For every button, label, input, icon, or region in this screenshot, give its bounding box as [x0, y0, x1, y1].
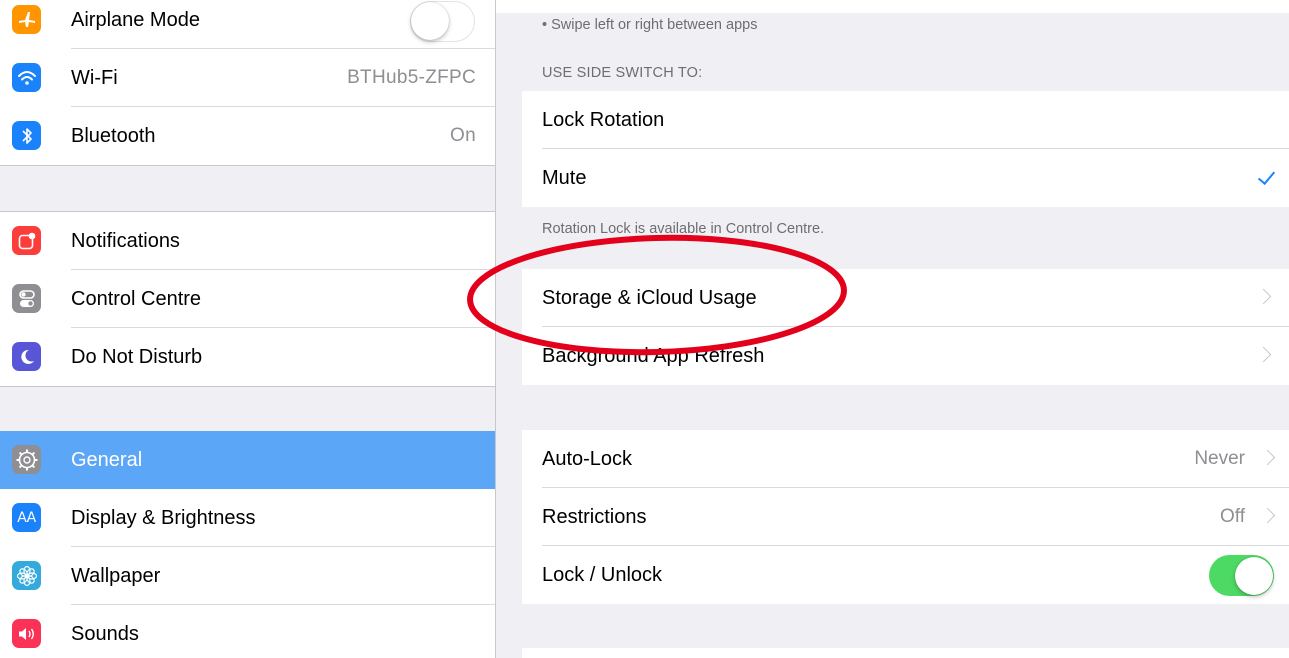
speaker-icon [12, 619, 41, 648]
divider [0, 386, 495, 387]
bluetooth-status-value: On [450, 125, 476, 146]
control-centre-icon [12, 284, 41, 313]
sidebar-item-label: Wallpaper [71, 565, 161, 587]
sidebar-item-general[interactable]: General [0, 431, 495, 489]
auto-lock-value: Never [1194, 448, 1245, 469]
wallpaper-icon [12, 561, 41, 590]
wifi-network-value: BTHub5-ZFPC [347, 67, 476, 88]
sidebar-item-label: Bluetooth [71, 125, 156, 147]
settings-sidebar: Airplane Mode Wi-Fi BTHub5-ZFPC Bluetoot… [0, 0, 495, 658]
airplane-mode-toggle[interactable] [410, 1, 475, 42]
lock-unlock-toggle[interactable] [1209, 555, 1274, 596]
next-group [522, 648, 1289, 658]
sidebar-item-control-centre[interactable]: Control Centre [0, 270, 495, 328]
sidebar-item-display-brightness[interactable]: AA Display & Brightness [0, 489, 495, 547]
side-switch-option-lock-rotation[interactable]: Lock Rotation [522, 91, 1289, 149]
row-label: Auto-Lock [542, 448, 633, 470]
notifications-icon [12, 226, 41, 255]
divider [0, 165, 495, 166]
sidebar-item-do-not-disturb[interactable]: Do Not Disturb [0, 328, 495, 386]
row-label: Background App Refresh [542, 345, 765, 367]
airplane-icon [12, 5, 41, 34]
sidebar-item-label: Do Not Disturb [71, 346, 203, 368]
side-switch-group: Lock Rotation Mute [522, 91, 1289, 207]
restrictions-row[interactable]: Restrictions Off [522, 488, 1289, 546]
sidebar-item-wallpaper[interactable]: Wallpaper [0, 547, 495, 605]
row-label: Storage & iCloud Usage [542, 287, 757, 309]
chevron-right-icon [1259, 507, 1276, 524]
chevron-right-icon [1255, 346, 1272, 363]
auto-lock-row[interactable]: Auto-Lock Never [522, 430, 1289, 488]
sidebar-item-label: Notifications [71, 230, 180, 252]
bluetooth-icon [12, 121, 41, 150]
sidebar-item-label: Wi-Fi [71, 67, 118, 89]
toggle-knob [1234, 556, 1273, 595]
gear-icon [12, 445, 41, 474]
sidebar-item-label: Airplane Mode [71, 9, 200, 31]
sidebar-item-wifi[interactable]: Wi-Fi BTHub5-ZFPC [0, 49, 495, 107]
checkmark-icon [1257, 166, 1276, 186]
lock-unlock-row: Lock / Unlock [522, 546, 1289, 604]
background-app-refresh-row[interactable]: Background App Refresh [522, 327, 1289, 385]
row-label: Restrictions [542, 506, 647, 528]
sidebar-item-label: Display & Brightness [71, 507, 256, 529]
wifi-icon [12, 63, 41, 92]
chevron-right-icon [1255, 288, 1272, 305]
sidebar-item-label: General [71, 449, 143, 471]
sidebar-item-bluetooth[interactable]: Bluetooth On [0, 107, 495, 165]
sidebar-item-label: Sounds [71, 623, 139, 645]
moon-icon [12, 342, 41, 371]
toggle-knob [411, 2, 449, 40]
side-switch-header: USE SIDE SWITCH TO: [542, 65, 703, 81]
sidebar-item-sounds[interactable]: Sounds [0, 605, 495, 658]
storage-group: Storage & iCloud Usage Background App Re… [522, 269, 1289, 385]
storage-icloud-usage-row[interactable]: Storage & iCloud Usage [522, 269, 1289, 327]
swipe-note: • Swipe left or right between apps [542, 17, 758, 33]
restrictions-value: Off [1220, 506, 1245, 527]
option-label: Lock Rotation [542, 109, 665, 131]
row-label: Lock / Unlock [542, 564, 663, 586]
option-label: Mute [542, 167, 587, 189]
sidebar-item-airplane-mode[interactable]: Airplane Mode [0, 0, 495, 49]
lock-group: Auto-Lock Never Restrictions Off Lock / … [522, 430, 1289, 604]
side-switch-option-mute[interactable]: Mute [522, 149, 1289, 207]
display-brightness-icon: AA [12, 503, 41, 532]
general-settings-pane: • Swipe left or right between apps USE S… [496, 0, 1289, 658]
sidebar-item-notifications[interactable]: Notifications [0, 212, 495, 270]
sidebar-item-label: Control Centre [71, 288, 202, 310]
chevron-right-icon [1259, 449, 1276, 466]
rotation-lock-footer: Rotation Lock is available in Control Ce… [542, 221, 825, 237]
